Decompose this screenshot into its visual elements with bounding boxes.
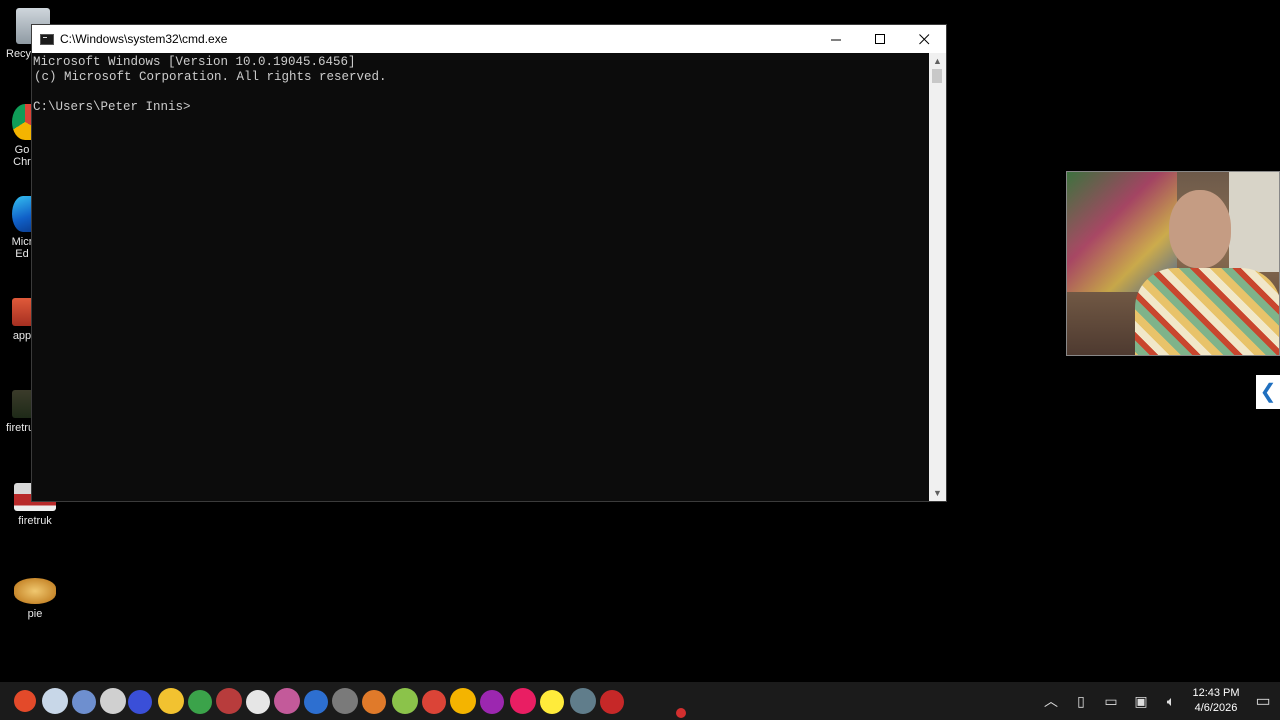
taskbar-app-icon[interactable] xyxy=(676,708,686,718)
taskbar-app-icon[interactable] xyxy=(332,688,358,714)
console-prompt: C:\Users\Peter Innis> xyxy=(33,100,191,114)
taskbar-app-icon[interactable] xyxy=(362,690,386,714)
system-tray: ︿ ▯ ▭ ▣ 🔈︎ 12:43 PM 4/6/2026 ▭ xyxy=(1036,682,1280,720)
taskbar-app-icon[interactable] xyxy=(216,688,242,714)
webcam-person-shirt xyxy=(1135,268,1279,355)
cmd-window[interactable]: C:\Windows\system32\cmd.exe Microsoft Wi… xyxy=(31,24,947,502)
battery-icon[interactable]: ▭ xyxy=(1096,693,1126,710)
taskbar-pinned-apps[interactable] xyxy=(0,660,686,720)
taskbar-app-icon[interactable] xyxy=(188,690,212,714)
minimize-button[interactable] xyxy=(814,25,858,53)
maximize-button[interactable] xyxy=(858,25,902,53)
taskbar-app-icon[interactable] xyxy=(274,688,300,714)
taskbar-app-icon[interactable] xyxy=(304,690,328,714)
taskbar-app-icon[interactable] xyxy=(128,690,152,714)
side-panel-toggle[interactable]: ❮ xyxy=(1256,375,1280,409)
taskbar-app-icon[interactable] xyxy=(72,690,96,714)
notification-icon[interactable]: ▭ xyxy=(1246,691,1280,711)
desktop-icon-label: pie xyxy=(27,608,43,620)
taskbar-app-icon[interactable] xyxy=(158,688,184,714)
desktop-icon-pie[interactable]: pie xyxy=(0,578,70,620)
taskbar-app-icon[interactable] xyxy=(540,690,564,714)
chevron-left-icon: ❮ xyxy=(1259,381,1277,403)
start-icon[interactable] xyxy=(14,690,36,712)
taskbar-app-icon[interactable] xyxy=(480,690,504,714)
title-bar[interactable]: C:\Windows\system32\cmd.exe xyxy=(32,25,946,53)
close-icon xyxy=(918,33,929,44)
webcam-window xyxy=(1229,172,1279,272)
taskbar-app-icon[interactable] xyxy=(246,690,270,714)
network-icon[interactable]: ▣ xyxy=(1126,693,1156,710)
taskbar-app-icon[interactable] xyxy=(570,688,596,714)
scrollbar-thumb[interactable] xyxy=(932,69,942,83)
pie-icon xyxy=(14,578,56,604)
taskbar-app-icon[interactable] xyxy=(600,690,624,714)
usb-icon[interactable]: ▯ xyxy=(1066,693,1096,710)
maximize-icon xyxy=(874,33,885,44)
scroll-down-icon[interactable]: ▼ xyxy=(929,485,946,501)
clock[interactable]: 12:43 PM 4/6/2026 xyxy=(1186,686,1246,716)
clock-time: 12:43 PM xyxy=(1192,687,1240,699)
taskbar-app-icon[interactable] xyxy=(422,690,446,714)
console-line: Microsoft Windows [Version 10.0.19045.64… xyxy=(33,55,356,69)
clock-date: 4/6/2026 xyxy=(1194,702,1238,714)
console-line: (c) Microsoft Corporation. All rights re… xyxy=(34,70,387,84)
taskbar-app-icon[interactable] xyxy=(510,688,536,714)
taskbar-app-icon[interactable] xyxy=(100,688,126,714)
cmd-app-icon xyxy=(40,33,54,45)
window-controls xyxy=(814,25,946,53)
chevron-up-icon[interactable]: ︿ xyxy=(1036,691,1066,711)
minimize-icon xyxy=(830,39,841,40)
scroll-up-icon[interactable]: ▲ xyxy=(929,53,946,69)
taskbar-app-icon[interactable] xyxy=(42,688,68,714)
webcam-overlay xyxy=(1066,171,1280,356)
close-button[interactable] xyxy=(902,25,946,53)
console-output[interactable]: Microsoft Windows [Version 10.0.19045.64… xyxy=(32,53,929,501)
taskbar-app-icon[interactable] xyxy=(392,688,418,714)
taskbar-app-icon[interactable] xyxy=(450,688,476,714)
desktop-icon-label: firetruk xyxy=(18,515,52,527)
volume-icon[interactable]: 🔈︎ xyxy=(1156,693,1186,710)
window-title: C:\Windows\system32\cmd.exe xyxy=(60,32,228,46)
webcam-person-head xyxy=(1169,190,1231,268)
vertical-scrollbar[interactable]: ▲ ▼ xyxy=(929,53,946,501)
